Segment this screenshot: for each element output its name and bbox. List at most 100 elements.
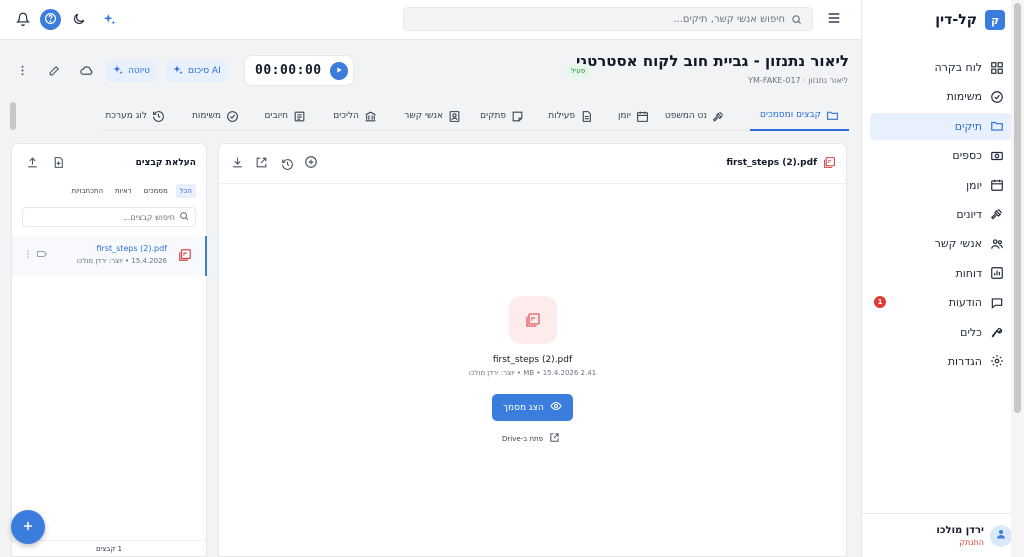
tab-notes[interactable]: פתקים [480,101,524,131]
tab-label: קבצים ומסמכים [759,110,821,120]
edit-icon[interactable] [46,62,62,78]
file-search-placeholder: חיפוש קבצים... [122,212,175,222]
scrollbar-thumb[interactable] [1014,3,1021,413]
sidebar-item-hearings[interactable]: דיונים [870,201,1012,228]
tab-files-documents[interactable]: קבצים ומסמכים [749,101,849,131]
sidebar-item-tasks[interactable]: משימות [870,83,1012,110]
search-icon [179,211,189,223]
dashboard-icon [990,61,1004,75]
file-search-input[interactable]: חיפוש קבצים... [22,207,196,227]
filter-all[interactable]: הכל [175,184,196,198]
timer-display: 00:00:00 [255,63,322,78]
sidebar-item-cases[interactable]: תיקים [870,112,1012,140]
sidebar-item-label: משימות [946,90,982,104]
sidebar-item-reports[interactable]: דוחות [870,260,1012,287]
user-icon [995,528,1007,543]
add-file-icon[interactable] [50,154,66,170]
sidebar-item-contacts[interactable]: אנשי קשר [870,230,1012,257]
add-fab-button[interactable] [11,510,45,544]
brand-name: קל-דין [935,12,977,28]
tag-icon[interactable] [36,248,48,260]
file-meta: 15.4.2026 • יוצר: ירדן מולכו [76,257,167,265]
sidebar-item-label: כספים [952,149,982,163]
add-circle-icon[interactable] [303,154,319,170]
tab-net-hamishpat[interactable]: נט המשפט [665,101,725,131]
filter-evidence[interactable]: ראיות [111,184,136,198]
tab-tasks[interactable]: משימות [192,101,239,131]
eye-icon [550,400,562,415]
logout-link[interactable]: התנתק [936,538,984,547]
case-title: ליאור נתנזון - גביית חוב לקוח אסטרטגי [575,52,849,70]
files-panel: העלאת קבצים הכל מסמכים ראיות התכתבויות ח… [11,143,207,557]
question-icon [44,12,57,28]
sidebar-item-finance[interactable]: כספים [870,142,1012,169]
download-icon[interactable] [229,154,245,170]
user-name: ירדן מולכו [936,524,984,536]
sidebar-item-label: דיונים [956,207,982,221]
user-profile[interactable]: ירדן מולכו התנתק [861,513,1024,557]
sparkles-icon[interactable] [100,10,118,28]
sidebar-item-dashboard[interactable]: לוח בקרה [870,54,1012,81]
preview-file-meta: 2.41 MB • 15.4.2026 • יוצר: ירדן מולכו [468,369,597,377]
case-client[interactable]: ליאור נתנזון [808,76,848,85]
open-in-drive-link[interactable]: פתח ב-Drive [502,432,560,445]
tabs-scroll-handle[interactable] [10,102,16,130]
tab-calendar[interactable]: יומן [618,101,649,131]
filter-documents[interactable]: מסמכים [140,184,172,198]
list-item[interactable]: first_steps (2).pdf 15.4.2026 • יוצר: יר… [12,236,207,276]
hamburger-menu-icon[interactable] [826,10,844,28]
moon-icon[interactable] [70,10,88,28]
upload-icon[interactable] [24,154,40,170]
contact-card-icon [448,110,461,123]
sidebar-item-label: דוחות [955,266,982,280]
tab-label: פעילות [548,111,575,121]
tab-activity[interactable]: פעילות [548,101,593,131]
draft-button[interactable]: טיוטה [106,60,157,82]
sidebar-item-label: יומן [966,178,982,192]
sidebar-item-messages[interactable]: הודעות 1 [870,289,1012,316]
tab-label: הליכים [333,111,359,121]
timer-play-button[interactable] [329,61,348,80]
chart-icon [990,266,1004,280]
tab-label: נט המשפט [664,111,707,121]
page-scrollbar[interactable] [1011,0,1024,557]
drag-handle-icon[interactable] [22,248,34,260]
note-icon [511,110,524,123]
court-icon [364,110,377,123]
file-name[interactable]: first_steps (2).pdf [97,244,168,253]
separator: · [800,76,806,85]
tab-charges[interactable]: חיובים [264,101,306,131]
history-icon [152,110,165,123]
large-pdf-icon [509,296,557,344]
open-external-icon[interactable] [253,154,269,170]
case-tabs: קבצים ומסמכים נט המשפט יומן פעילות פתקים… [100,101,849,131]
draft-label: טיוטה [128,66,151,76]
open-external-icon [549,432,560,445]
ai-summary-button[interactable]: סיכום AI [166,60,227,82]
tab-label: לוג מערכת [105,111,147,121]
sidebar-item-label: הגדרות [947,354,982,368]
gavel-icon [990,207,1004,221]
sidebar-item-calendar[interactable]: יומן [870,172,1012,199]
help-button[interactable] [40,9,61,30]
tab-system-log[interactable]: לוג מערכת [105,101,165,131]
show-document-button[interactable]: הצג מסמך [492,394,573,421]
tab-contacts[interactable]: אנשי קשר [404,101,461,131]
sidebar-item-label: לוח בקרה [934,61,983,74]
sidebar-item-tools[interactable]: כלים [870,319,1012,346]
brand[interactable]: ק קל-דין [935,9,1005,31]
bell-icon[interactable] [14,10,32,28]
tab-proceedings[interactable]: הליכים [333,101,377,131]
global-search-input[interactable]: חיפוש אנשי קשר, תיקים... [403,7,813,31]
more-vertical-icon[interactable] [14,62,30,78]
open-in-drive-label: פתח ב-Drive [502,434,544,443]
money-icon [990,149,1004,163]
sidebar-nav: לוח בקרה משימות תיקים כספים יומן דיונים … [870,54,1012,377]
cloud-icon[interactable] [78,62,94,78]
history-icon[interactable] [279,156,295,172]
sidebar-item-label: תיקים [954,119,982,133]
gavel-icon [712,110,725,123]
search-placeholder: חיפוש אנשי קשר, תיקים... [673,13,785,25]
sidebar-item-settings[interactable]: הגדרות [870,348,1012,375]
filter-correspondence[interactable]: התכתבויות [68,184,108,198]
